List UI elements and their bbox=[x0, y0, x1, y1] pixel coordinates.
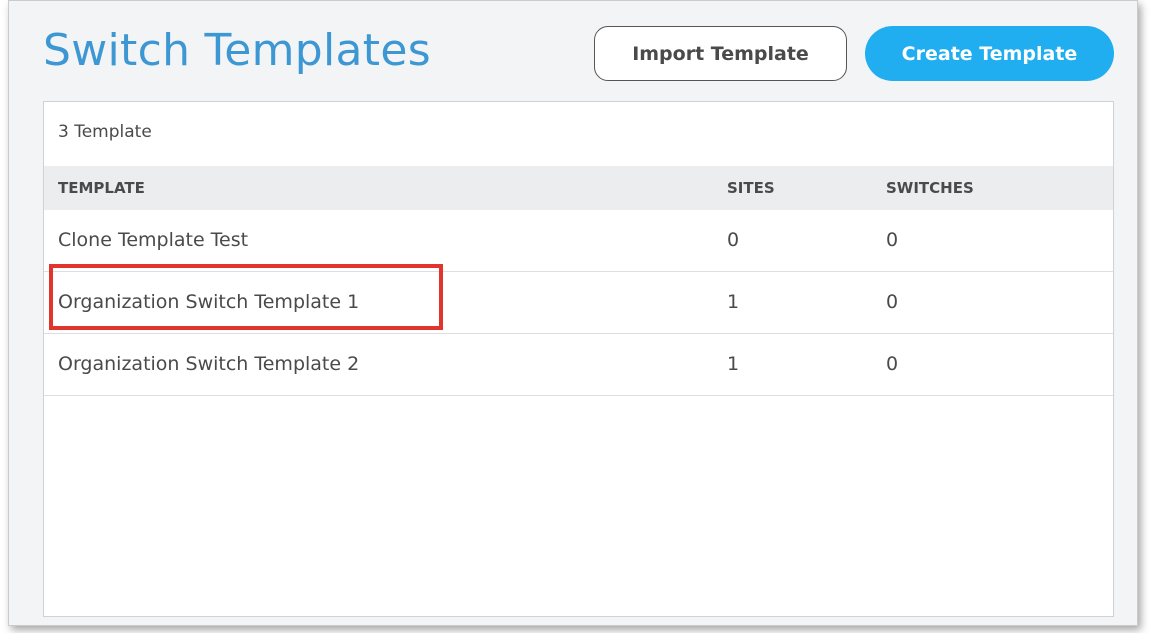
table-header: TEMPLATE SITES SWITCHES bbox=[44, 166, 1113, 210]
templates-panel: 3 Template TEMPLATE SITES SWITCHES Clone… bbox=[43, 101, 1114, 617]
sites-count: 1 bbox=[727, 353, 740, 375]
switches-count: 0 bbox=[886, 353, 899, 375]
template-name: Organization Switch Template 2 bbox=[58, 353, 360, 375]
create-template-button[interactable]: Create Template bbox=[865, 26, 1114, 81]
template-count: 3 Template bbox=[58, 122, 152, 142]
app-frame: Switch Templates Import Template Create … bbox=[8, 0, 1138, 626]
table-row[interactable]: Organization Switch Template 1 1 0 bbox=[44, 272, 1113, 334]
template-table-body: Clone Template Test 0 0 Organization Swi… bbox=[44, 210, 1113, 396]
column-header-switches[interactable]: SWITCHES bbox=[886, 179, 974, 197]
sites-count: 0 bbox=[727, 229, 740, 251]
switches-count: 0 bbox=[886, 291, 899, 313]
template-name: Clone Template Test bbox=[58, 229, 249, 251]
column-header-template[interactable]: TEMPLATE bbox=[58, 179, 145, 197]
sites-count: 1 bbox=[727, 291, 740, 313]
table-row[interactable]: Clone Template Test 0 0 bbox=[44, 210, 1113, 272]
import-template-button[interactable]: Import Template bbox=[594, 26, 847, 81]
table-row[interactable]: Organization Switch Template 2 1 0 bbox=[44, 334, 1113, 396]
page-title: Switch Templates bbox=[43, 25, 431, 76]
switches-count: 0 bbox=[886, 229, 899, 251]
template-name: Organization Switch Template 1 bbox=[58, 291, 360, 313]
column-header-sites[interactable]: SITES bbox=[727, 179, 775, 197]
